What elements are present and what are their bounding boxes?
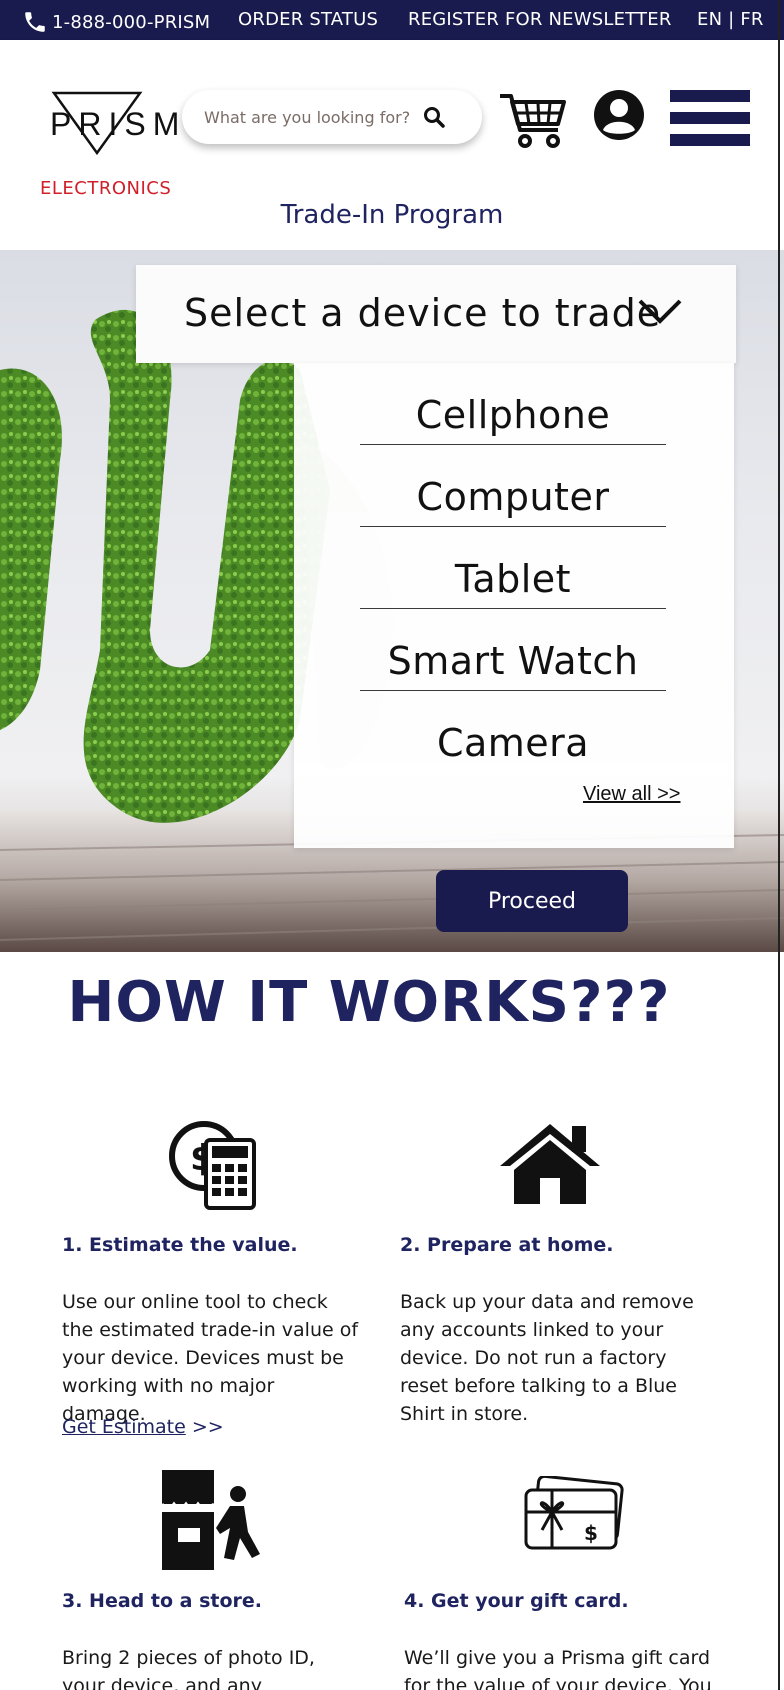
get-estimate-arrow: >> (191, 1416, 224, 1438)
device-option-camera[interactable]: Camera (360, 691, 666, 773)
step-4-title: 4. Get your gift card. (404, 1590, 629, 1612)
logo-word: PRISM (50, 106, 187, 142)
device-option-cellphone[interactable]: Cellphone (360, 363, 666, 445)
gift-card-icon: $ (524, 1476, 624, 1550)
search-bar (182, 90, 482, 144)
house-icon (500, 1124, 600, 1204)
device-select-label: Select a device to trade (184, 291, 662, 335)
device-dropdown: Cellphone Computer Tablet Smart Watch Ca… (294, 363, 734, 848)
newsletter-link[interactable]: REGISTER FOR NEWSLETTER (408, 9, 672, 30)
step-1-title: 1. Estimate the value. (62, 1234, 298, 1256)
proceed-button[interactable]: Proceed (436, 870, 628, 932)
step-1-text: Use our online tool to check the estimat… (62, 1291, 359, 1425)
site-header: PRISM ELECTRONICS Trade-In Program (0, 40, 784, 250)
device-select[interactable]: Select a device to trade (136, 265, 736, 363)
phone-link[interactable]: 1-888-000-PRISM (22, 9, 210, 35)
step-4-text: We’ll give you a Prisma gift card for th… (404, 1647, 712, 1690)
device-option-computer[interactable]: Computer (360, 445, 666, 527)
cart-icon[interactable] (498, 90, 568, 150)
step-3-title: 3. Head to a store. (62, 1590, 262, 1612)
svg-text:$: $ (584, 1521, 598, 1545)
device-option-tablet[interactable]: Tablet (360, 527, 666, 609)
device-option-smart-watch[interactable]: Smart Watch (360, 609, 666, 691)
search-input[interactable] (204, 104, 424, 130)
hamburger-menu-icon[interactable] (670, 90, 750, 146)
get-estimate-link-row: Get Estimate >> (62, 1416, 224, 1438)
calculator-dollar-icon: $ (169, 1121, 256, 1210)
get-estimate-link[interactable]: Get Estimate (62, 1416, 186, 1438)
language-switcher[interactable]: EN | FR (697, 9, 764, 30)
phone-icon (25, 12, 45, 32)
step-3-text: Bring 2 pieces of photo ID, your device,… (62, 1647, 315, 1690)
chevron-down-icon[interactable] (636, 295, 684, 329)
account-icon[interactable] (592, 88, 646, 142)
search-icon[interactable] (422, 105, 446, 129)
top-bar: 1-888-000-PRISM ORDER STATUS REGISTER FO… (0, 0, 784, 40)
store-walk-icon (160, 1470, 260, 1570)
how-it-works-heading: HOW IT WORKS??? (67, 970, 671, 1035)
order-status-link[interactable]: ORDER STATUS (238, 9, 378, 30)
step-2-title: 2. Prepare at home. (400, 1234, 614, 1256)
step-2-text: Back up your data and remove any account… (400, 1291, 694, 1425)
page-edge-divider (778, 0, 780, 1690)
view-all-link[interactable]: View all >> (583, 783, 680, 806)
logo-subtitle: ELECTRONICS (40, 178, 172, 199)
page-title: Trade-In Program (280, 200, 504, 230)
phone-number: 1-888-000-PRISM (52, 11, 211, 33)
